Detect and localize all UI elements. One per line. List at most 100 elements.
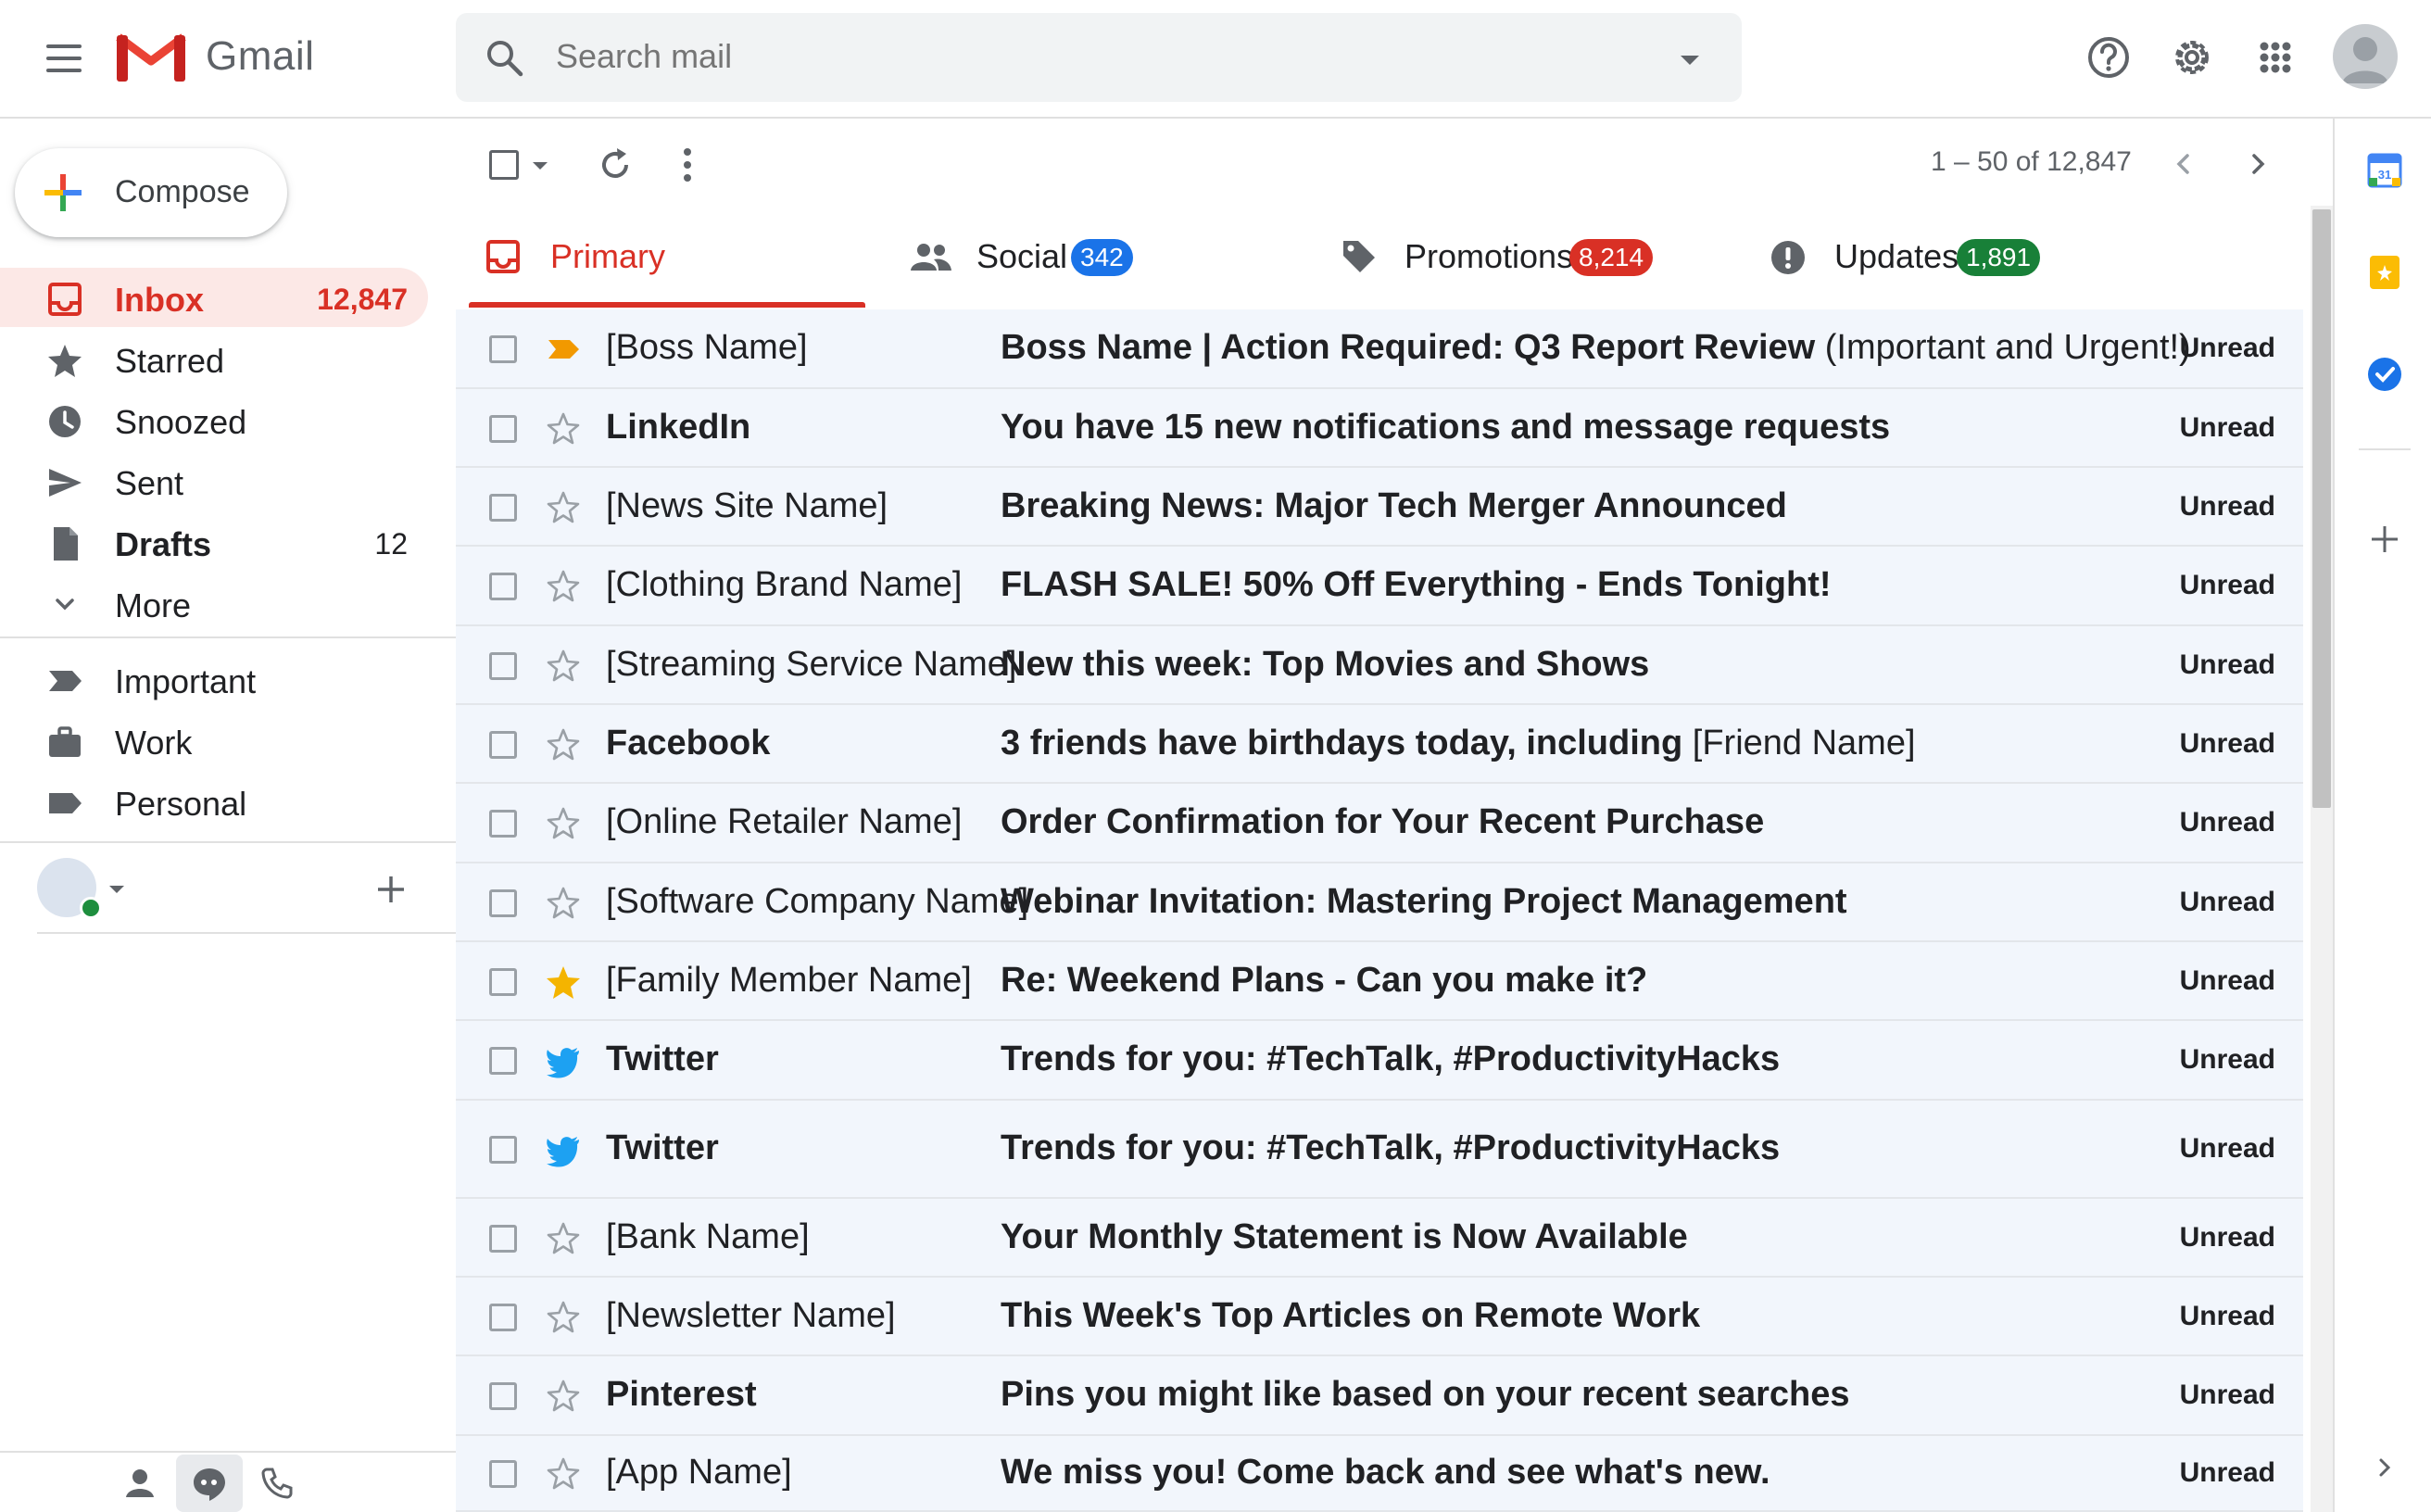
star-outline-icon[interactable] (545, 410, 582, 447)
email-sender: [Streaming Service Name] (606, 644, 1017, 684)
email-subject: Trends for you: #TechTalk, #Productivity… (1001, 1040, 1780, 1079)
email-select-checkbox[interactable] (489, 1460, 517, 1488)
select-options-caret-icon[interactable] (530, 156, 550, 176)
email-row[interactable]: Facebook 3 friends have birthdays today, … (456, 705, 2303, 784)
main-menu-icon[interactable] (41, 37, 87, 80)
more-options-icon[interactable] (671, 145, 704, 185)
star-outline-icon[interactable] (545, 726, 582, 763)
email-row[interactable]: [Online Retailer Name] Order Confirmation… (456, 784, 2303, 863)
email-row[interactable]: Twitter Trends for you: #TechTalk, #Produ… (456, 1021, 2303, 1101)
chevron-left-icon[interactable] (2166, 146, 2201, 182)
email-row[interactable]: [Newsletter Name] This Week's Top Article… (456, 1278, 2303, 1356)
tab-updates[interactable]: Updates 1,891 (1768, 206, 2194, 309)
email-row[interactable]: Twitter Trends for you: #TechTalk, #Produ… (456, 1101, 2303, 1199)
hangouts-tab[interactable] (176, 1455, 243, 1512)
email-row[interactable]: [Streaming Service Name] New this week: T… (456, 626, 2303, 705)
email-select-checkbox[interactable] (489, 414, 517, 443)
person-icon[interactable] (122, 1466, 157, 1501)
email-row[interactable]: [App Name] We miss you! Come back and see… (456, 1436, 2303, 1512)
twitter-bird-icon[interactable] (545, 1131, 582, 1168)
people-icon (911, 244, 951, 271)
sidebar-item-personal[interactable]: Personal (0, 772, 428, 831)
sidebar-item-important[interactable]: Important (0, 649, 428, 709)
email-row[interactable]: [Bank Name] Your Monthly Statement is Now… (456, 1199, 2303, 1278)
email-row[interactable]: [News Site Name] Breaking News: Major Tec… (456, 468, 2303, 547)
sidebar-item-work[interactable]: Work (0, 711, 428, 770)
email-select-checkbox[interactable] (489, 1303, 517, 1331)
email-select-checkbox[interactable] (489, 730, 517, 759)
email-select-checkbox[interactable] (489, 888, 517, 917)
email-subject: Trends for you: #TechTalk, #Productivity… (1001, 1128, 1780, 1168)
sidebar-item-snoozed[interactable]: Snoozed (0, 390, 428, 449)
tasks-icon[interactable] (2366, 356, 2403, 393)
add-contact-plus-icon[interactable] (372, 871, 409, 908)
chevron-right-icon[interactable] (2240, 146, 2275, 182)
email-select-checkbox[interactable] (489, 651, 517, 680)
star-outline-icon[interactable] (545, 1378, 582, 1415)
email-row[interactable]: [Software Company Name] Webinar Invitatio… (456, 863, 2303, 942)
sidebar-item-more[interactable]: More (0, 573, 428, 633)
star-outline-icon[interactable] (545, 648, 582, 685)
apps-grid-icon[interactable] (2249, 32, 2301, 83)
twitter-bird-icon[interactable] (545, 1042, 582, 1079)
search-input[interactable] (556, 37, 1575, 76)
email-select-checkbox[interactable] (489, 967, 517, 996)
email-row[interactable]: [Family Member Name] Re: Weekend Plans - … (456, 942, 2303, 1021)
email-subject: FLASH SALE! 50% Off Everything - Ends To… (1001, 565, 1832, 605)
gmail-logo[interactable] (115, 28, 187, 85)
email-row[interactable]: [Boss Name] Boss Name | Action Required: … (456, 309, 2303, 389)
tab-social[interactable]: Social 342 (906, 206, 1332, 309)
email-select-checkbox[interactable] (489, 1224, 517, 1253)
email-row[interactable]: [Clothing Brand Name] FLASH SALE! 50% Off… (456, 547, 2303, 626)
email-subject-rest: [Friend Name] (1682, 723, 1916, 762)
search-bar[interactable] (456, 13, 1742, 102)
sidebar-divider (37, 932, 456, 934)
email-sender: Pinterest (606, 1375, 757, 1414)
star-outline-icon[interactable] (545, 489, 582, 526)
star-outline-icon[interactable] (545, 568, 582, 605)
star-outline-icon[interactable] (545, 805, 582, 842)
email-select-checkbox[interactable] (489, 1047, 517, 1075)
email-row[interactable]: LinkedIn You have 15 new notifications an… (456, 389, 2303, 468)
calendar-icon[interactable]: 31 (2366, 152, 2403, 189)
email-sender: [Newsletter Name] (606, 1295, 896, 1335)
scrollbar-thumb[interactable] (2312, 209, 2331, 808)
phone-icon[interactable] (259, 1466, 295, 1501)
email-select-checkbox[interactable] (489, 810, 517, 838)
email-select-checkbox[interactable] (489, 1382, 517, 1410)
sidebar-item-label: Sent (115, 464, 184, 502)
star-outline-icon[interactable] (545, 1455, 582, 1493)
email-subject: Re: Weekend Plans - Can you make it? (1001, 961, 1647, 1001)
settings-gear-icon[interactable] (2166, 32, 2218, 83)
star-outline-icon[interactable] (545, 1299, 582, 1336)
help-icon[interactable] (2083, 32, 2135, 83)
email-subject-bold: Trends for you: #TechTalk, #Productivity… (1001, 1040, 1781, 1078)
email-select-checkbox[interactable] (489, 335, 517, 363)
email-select-checkbox[interactable] (489, 1136, 517, 1164)
add-addon-plus-icon[interactable] (2366, 521, 2403, 558)
sidebar-item-inbox[interactable]: Inbox 12,847 (0, 268, 428, 327)
select-all-checkbox[interactable] (489, 150, 519, 180)
sidebar-item-starred[interactable]: Starred (0, 329, 428, 388)
star-outline-icon[interactable] (545, 1220, 582, 1257)
chevron-right-icon[interactable] (2366, 1449, 2403, 1486)
compose-button[interactable]: Compose (15, 148, 287, 237)
email-row[interactable]: Pinterest Pins you might like based on yo… (456, 1356, 2303, 1436)
refresh-icon[interactable] (595, 145, 636, 185)
status-caret-icon[interactable] (106, 878, 128, 901)
account-avatar[interactable] (2333, 24, 2398, 89)
tab-primary[interactable]: Primary (469, 206, 865, 309)
email-subject-bold: You have 15 new notifications and messag… (1001, 407, 1891, 447)
important-marker-icon[interactable] (545, 331, 582, 368)
star-outline-icon[interactable] (545, 885, 582, 922)
star-filled-icon[interactable] (545, 964, 582, 1001)
hangouts-avatar[interactable] (37, 858, 102, 921)
email-select-checkbox[interactable] (489, 573, 517, 600)
email-select-checkbox[interactable] (489, 493, 517, 522)
search-options-caret-icon[interactable] (1671, 41, 1708, 78)
tab-promotions[interactable]: Promotions 8,214 (1338, 206, 1764, 309)
search-icon[interactable] (484, 37, 524, 78)
sidebar-item-drafts[interactable]: Drafts 12 (0, 512, 428, 572)
sidebar-item-sent[interactable]: Sent (0, 451, 428, 510)
keep-notes-icon[interactable] (2366, 254, 2403, 291)
